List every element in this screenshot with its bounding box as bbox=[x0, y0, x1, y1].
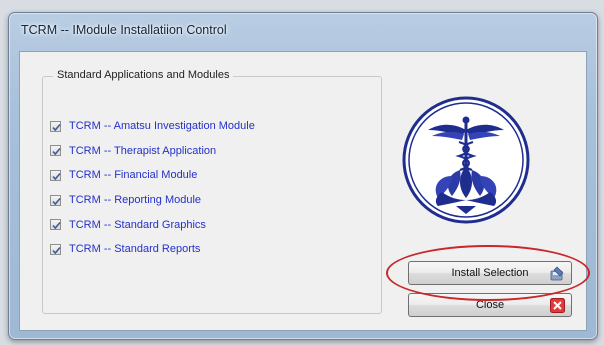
window-client-area: Standard Applications and Modules TCRM -… bbox=[19, 51, 590, 331]
module-item-amatsu[interactable]: TCRM -- Amatsu Investigation Module bbox=[50, 114, 255, 139]
checkmark-icon bbox=[52, 197, 61, 205]
module-item-reports[interactable]: TCRM -- Standard Reports bbox=[50, 237, 255, 262]
module-label: TCRM -- Amatsu Investigation Module bbox=[69, 120, 255, 133]
module-checkbox[interactable] bbox=[50, 194, 61, 206]
module-list: TCRM -- Amatsu Investigation Module TCRM… bbox=[50, 114, 255, 262]
install-selection-button[interactable]: Install Selection bbox=[408, 261, 572, 285]
title-bar[interactable]: TCRM -- IModule Installatiion Control bbox=[9, 13, 597, 51]
module-item-financial[interactable]: TCRM -- Financial Module bbox=[50, 163, 255, 188]
module-label: TCRM -- Reporting Module bbox=[69, 194, 202, 207]
module-checkbox[interactable] bbox=[50, 243, 61, 255]
module-checkbox[interactable] bbox=[50, 120, 61, 132]
caduceus-lotus-logo bbox=[402, 96, 530, 224]
module-item-therapist[interactable]: TCRM -- Therapist Application bbox=[50, 139, 255, 164]
module-checkbox[interactable] bbox=[50, 145, 61, 157]
checkmark-icon bbox=[52, 148, 61, 156]
app-window: TCRM -- IModule Installatiion Control St… bbox=[8, 12, 598, 340]
checkmark-icon bbox=[52, 222, 61, 230]
module-label: TCRM -- Standard Graphics bbox=[69, 218, 206, 231]
module-item-reporting[interactable]: TCRM -- Reporting Module bbox=[50, 188, 255, 213]
module-label: TCRM -- Financial Module bbox=[69, 169, 198, 182]
module-item-graphics[interactable]: TCRM -- Standard Graphics bbox=[50, 212, 255, 237]
window-title: TCRM -- IModule Installatiion Control bbox=[21, 23, 227, 37]
groupbox-legend: Standard Applications and Modules bbox=[53, 69, 234, 81]
checkmark-icon bbox=[52, 123, 61, 132]
close-x-icon bbox=[550, 298, 565, 313]
module-label: TCRM -- Therapist Application bbox=[69, 144, 217, 157]
module-label: TCRM -- Standard Reports bbox=[69, 243, 201, 256]
close-button[interactable]: Close bbox=[408, 293, 572, 317]
install-selection-label: Install Selection bbox=[451, 267, 529, 279]
checkmark-icon bbox=[52, 172, 61, 181]
module-checkbox[interactable] bbox=[50, 169, 61, 181]
module-checkbox[interactable] bbox=[50, 219, 61, 231]
install-disk-icon bbox=[550, 266, 564, 281]
close-button-label: Close bbox=[475, 299, 505, 311]
checkmark-icon bbox=[52, 246, 61, 254]
